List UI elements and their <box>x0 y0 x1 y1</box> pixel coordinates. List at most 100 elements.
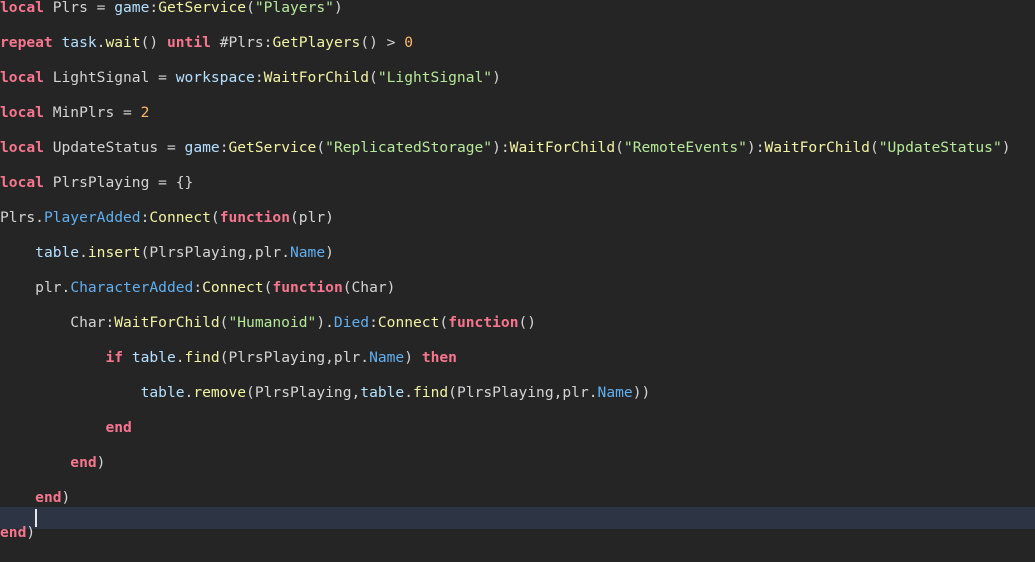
code-token: GetPlayers <box>272 34 361 51</box>
code-token: : <box>369 314 378 331</box>
code-token: "RemoteEvents" <box>623 139 747 156</box>
code-token: wait <box>105 34 141 51</box>
code-token: "Humanoid" <box>228 314 317 331</box>
code-line[interactable]: local UpdateStatus = game:GetService("Re… <box>0 137 1035 159</box>
code-token: CharacterAdded <box>70 279 194 296</box>
code-token: Died <box>333 314 370 331</box>
code-token: ( <box>615 139 624 156</box>
code-token: until <box>166 34 211 51</box>
code-token: . <box>404 384 414 401</box>
code-token: (PlrsPlaying,plr. <box>448 384 598 401</box>
code-line[interactable]: local PlrsPlaying = {} <box>0 172 1035 194</box>
code-token: . <box>79 244 88 261</box>
code-line[interactable]: Plrs.PlayerAdded:Connect(function(plr) <box>0 207 1035 229</box>
code-token: . <box>175 349 185 366</box>
code-token: 0 <box>404 34 414 51</box>
code-token: Connect <box>377 314 440 331</box>
code-token: "Players" <box>254 0 334 16</box>
code-token: (Char) <box>342 279 396 296</box>
code-token: ) <box>96 454 106 471</box>
code-token: table <box>140 384 185 401</box>
code-token: WaitForChild <box>509 139 616 156</box>
code-line[interactable]: local LightSignal = workspace:WaitForChi… <box>0 67 1035 89</box>
code-token: task <box>61 34 97 51</box>
code-token: find <box>413 384 449 401</box>
code-token: Connect <box>149 209 211 226</box>
code-token: ( <box>210 209 220 226</box>
code-token: : <box>149 0 159 16</box>
code-token: game <box>114 0 150 16</box>
code-line[interactable]: repeat task.wait() until #Plrs:GetPlayer… <box>0 32 1035 54</box>
code-token: local <box>0 69 44 86</box>
code-line[interactable]: table.insert(PlrsPlaying,plr.Name) <box>0 242 1035 264</box>
code-token: LightSignal = <box>43 69 176 86</box>
code-token: "ReplicatedStorage" <box>325 139 493 156</box>
code-editor[interactable]: local Plrs = game:GetService("Players") r… <box>0 0 1035 562</box>
code-token: "UpdateStatus" <box>878 139 1002 156</box>
code-token: game <box>184 139 220 156</box>
code-token: repeat <box>0 34 53 51</box>
code-line[interactable]: local MinPlrs = 2 <box>0 102 1035 124</box>
code-token: (PlrsPlaying, <box>246 384 361 401</box>
code-token: local <box>0 139 44 156</box>
code-token: () > <box>360 34 405 51</box>
code-token: ( <box>439 314 449 331</box>
code-token: ) <box>1001 139 1011 156</box>
code-token: ): <box>746 139 765 156</box>
code-token: : <box>193 279 203 296</box>
code-line[interactable]: end) <box>0 452 1035 474</box>
code-line[interactable]: table.remove(PlrsPlaying,table.find(Plrs… <box>0 382 1035 404</box>
code-token: local <box>0 174 44 191</box>
code-token: Connect <box>202 279 264 296</box>
code-token: )) <box>632 384 651 401</box>
code-token: ( <box>316 139 326 156</box>
code-token: ( <box>869 139 879 156</box>
code-token: WaitForChild <box>263 69 370 86</box>
code-token: GetService <box>158 0 247 16</box>
code-token: PlrsPlaying = {} <box>43 174 194 191</box>
code-token: find <box>184 349 220 366</box>
code-line[interactable]: plr.CharacterAdded:Connect(function(Char… <box>0 277 1035 299</box>
code-token: WaitForChild <box>764 139 870 156</box>
code-token: GetService <box>228 139 317 156</box>
code-token: function <box>448 314 519 331</box>
code-token: end <box>105 419 132 436</box>
code-token: ( <box>246 0 255 16</box>
code-token: ) <box>492 69 501 86</box>
code-token: ) <box>333 0 343 16</box>
code-token: : <box>254 69 264 86</box>
code-token: end <box>70 454 97 471</box>
code-token: ): <box>492 139 510 156</box>
code-token: "LightSignal" <box>377 69 493 86</box>
code-token: end <box>0 524 27 541</box>
code-token: () <box>518 314 537 331</box>
code-token: #Plrs: <box>210 34 273 51</box>
code-line[interactable]: if table.find(PlrsPlaying,plr.Name) then <box>0 347 1035 369</box>
code-token: ) <box>325 244 334 261</box>
code-line[interactable]: local Plrs = game:GetService("Players") <box>0 0 1035 19</box>
code-line[interactable]: end) <box>0 522 1035 544</box>
code-token: WaitForChild <box>114 314 220 331</box>
code-token: () <box>140 34 167 51</box>
code-line[interactable]: end <box>0 417 1035 439</box>
code-line[interactable]: end) <box>0 487 1035 509</box>
code-token: local <box>0 0 44 16</box>
code-token: function <box>219 209 290 226</box>
code-token: Plrs = <box>43 0 115 16</box>
code-token: UpdateStatus = <box>43 139 185 156</box>
code-token: ) <box>404 349 422 366</box>
code-token: Name <box>369 349 405 366</box>
code-token: . <box>184 384 194 401</box>
code-line[interactable]: Char:WaitForChild ("Humanoid").Died:Conne… <box>0 312 1035 334</box>
code-token: PlayerAdded <box>43 209 141 226</box>
code-token: function <box>272 279 343 296</box>
code-token: plr. <box>35 279 71 296</box>
